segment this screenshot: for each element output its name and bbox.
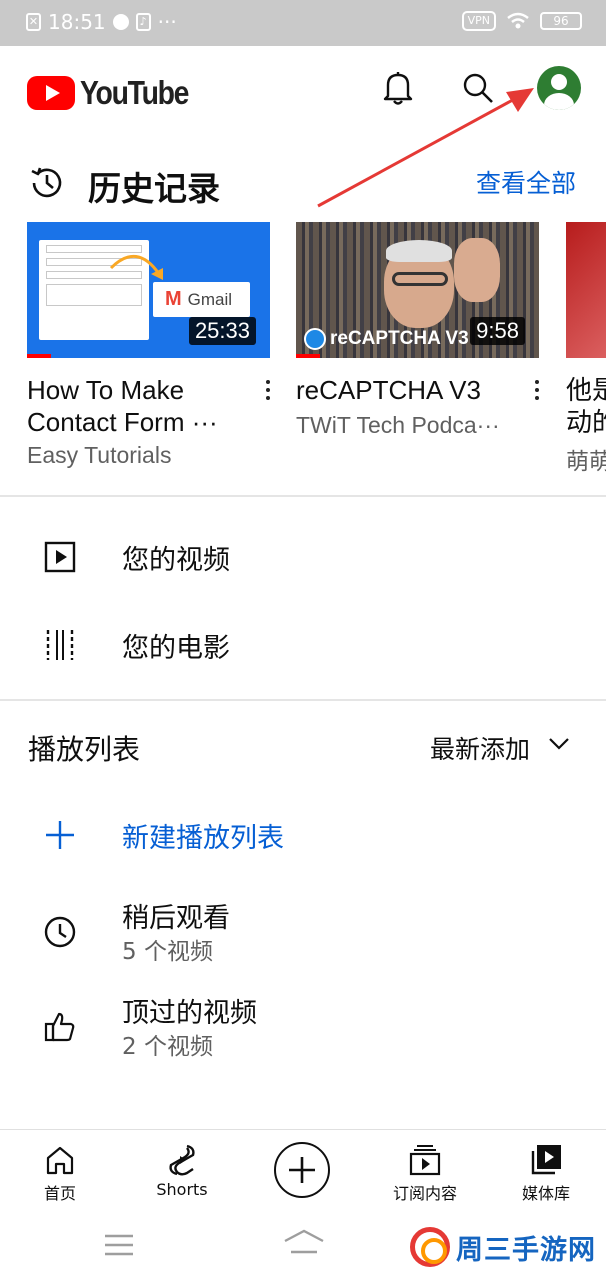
video-channel: 萌萌 xyxy=(566,448,606,474)
chevron-down-icon[interactable] xyxy=(548,736,570,752)
thumbnail-recaptcha-label: reCAPTCHA V3 xyxy=(330,328,469,349)
playlist-name: 稍后观看 xyxy=(122,903,230,934)
app-notification-icon xyxy=(112,14,129,30)
nav-subscriptions-label: 订阅内容 xyxy=(392,1184,457,1203)
video-thumbnail[interactable]: M Gmail 25:33 xyxy=(27,222,270,358)
more-options-button[interactable] xyxy=(527,376,547,404)
tiktok-notification-icon: ♪ xyxy=(135,13,151,31)
thumbnail-arrow-graphic xyxy=(109,254,163,280)
bottom-navigation: 首页 Shorts 订阅内容 媒体库 xyxy=(0,1129,606,1211)
library-icon xyxy=(529,1142,563,1178)
battery-indicator: 96 xyxy=(540,12,582,30)
search-icon xyxy=(463,73,493,103)
twit-logo-icon xyxy=(304,328,326,350)
video-title-line-2[interactable]: 动的 xyxy=(566,406,606,438)
film-strip-icon xyxy=(42,627,78,663)
your-videos-row[interactable]: 您的视频 xyxy=(0,522,606,592)
notifications-button[interactable] xyxy=(376,66,420,110)
new-playlist-label: 新建播放列表 xyxy=(122,823,284,854)
app-header: YouTube xyxy=(0,46,606,132)
section-divider xyxy=(0,699,606,701)
video-thumbnail[interactable]: reCAPTCHA V3 9:58 xyxy=(296,222,539,358)
site-watermark: 周三手游网 xyxy=(410,1227,596,1267)
more-options-button[interactable] xyxy=(258,376,278,404)
video-title-line-1[interactable]: 他是 xyxy=(566,374,606,406)
nav-home[interactable]: 首页 xyxy=(20,1130,100,1212)
plus-icon xyxy=(42,817,78,853)
avatar-body xyxy=(544,93,574,110)
history-video-card[interactable]: M Gmail 25:33 How To Make Contact Form ··… xyxy=(27,222,270,469)
thumbnail-gmail-label: Gmail xyxy=(187,289,233,309)
create-button[interactable] xyxy=(274,1142,330,1198)
gmail-logo-icon: M xyxy=(165,288,182,310)
watermark-logo-icon xyxy=(410,1227,450,1267)
section-divider xyxy=(0,495,606,497)
history-video-card[interactable]: 他是 动的 萌萌 xyxy=(566,222,606,474)
nav-library[interactable]: 媒体库 xyxy=(506,1130,586,1212)
clock-icon xyxy=(42,914,78,950)
system-navigation-bar: 周三手游网 xyxy=(0,1211,606,1280)
playlist-count: 2 个视频 xyxy=(122,1034,213,1060)
nav-library-label: 媒体库 xyxy=(521,1184,570,1203)
status-time: 18:51 xyxy=(48,10,106,34)
your-movies-label: 您的电影 xyxy=(122,633,230,664)
plus-icon xyxy=(289,1157,315,1183)
your-videos-label: 您的视频 xyxy=(122,545,230,576)
video-duration: 25:33 xyxy=(188,317,256,345)
history-title: 历史记录 xyxy=(88,169,220,208)
youtube-logo[interactable]: YouTube xyxy=(27,74,206,112)
nav-shorts-label: Shorts xyxy=(156,1180,208,1199)
watermark-text: 周三手游网 xyxy=(456,1234,596,1266)
thumbs-up-icon xyxy=(42,1009,78,1045)
account-avatar[interactable] xyxy=(537,66,581,110)
history-carousel[interactable]: M Gmail 25:33 How To Make Contact Form ··… xyxy=(0,222,606,474)
history-icon xyxy=(31,167,62,198)
playlist-name: 顶过的视频 xyxy=(122,998,257,1029)
history-video-card[interactable]: reCAPTCHA V3 9:58 reCAPTCHA V3 TWiT Tech… xyxy=(296,222,539,439)
thumbnail-gmail-card: M Gmail xyxy=(153,282,250,317)
watch-later-playlist[interactable]: 稍后观看 5 个视频 xyxy=(0,880,606,965)
liked-videos-playlist[interactable]: 顶过的视频 2 个视频 xyxy=(0,975,606,1060)
bell-icon xyxy=(383,72,413,105)
thumbnail-hair-graphic xyxy=(386,240,452,262)
thumbnail-hand-graphic xyxy=(454,238,500,302)
video-channel: Easy Tutorials xyxy=(27,442,172,468)
system-home-icon[interactable] xyxy=(283,1229,325,1255)
video-title-line-2[interactable]: Contact Form ··· xyxy=(27,406,253,438)
history-header[interactable]: 历史记录 查看全部 xyxy=(0,158,606,210)
nav-subscriptions[interactable]: 订阅内容 xyxy=(382,1130,468,1212)
your-movies-row[interactable]: 您的电影 xyxy=(0,610,606,680)
playlist-count: 5 个视频 xyxy=(122,939,213,965)
watch-progress-bar xyxy=(296,354,321,358)
new-playlist-row[interactable]: 新建播放列表 xyxy=(0,800,606,870)
play-square-icon xyxy=(42,539,78,575)
nav-home-label: 首页 xyxy=(43,1184,76,1203)
search-button[interactable] xyxy=(456,66,500,110)
menu-icon[interactable] xyxy=(104,1233,134,1257)
close-notification-icon: ✕ xyxy=(26,13,41,31)
wifi-icon xyxy=(507,12,529,29)
vpn-badge: VPN xyxy=(461,11,496,31)
shorts-icon xyxy=(167,1142,197,1178)
video-thumbnail[interactable] xyxy=(566,222,606,358)
avatar-head xyxy=(551,74,567,90)
video-duration: 9:58 xyxy=(470,317,525,345)
video-title-line-1[interactable]: How To Make xyxy=(27,374,253,406)
home-icon xyxy=(45,1142,75,1178)
watch-progress-bar xyxy=(27,354,52,358)
see-all-history-link[interactable]: 查看全部 xyxy=(476,164,576,200)
thumbnail-glasses-graphic xyxy=(392,272,448,286)
video-title-line-1[interactable]: reCAPTCHA V3 xyxy=(296,374,522,406)
playlists-title: 播放列表 xyxy=(28,733,141,766)
youtube-wordmark: YouTube xyxy=(80,74,189,111)
more-notifications: ··· xyxy=(157,10,177,34)
status-bar: ✕ 18:51 ♪ ··· VPN 96 xyxy=(0,0,606,46)
thumbnail-title-badge: reCAPTCHA V3 xyxy=(304,328,469,350)
subscriptions-icon xyxy=(408,1142,442,1178)
video-channel: TWiT Tech Podca··· xyxy=(296,412,500,438)
playlists-sort-dropdown[interactable]: 最新添加 xyxy=(430,730,530,766)
nav-shorts[interactable]: Shorts xyxy=(140,1130,224,1212)
youtube-play-logo-icon xyxy=(27,76,75,110)
